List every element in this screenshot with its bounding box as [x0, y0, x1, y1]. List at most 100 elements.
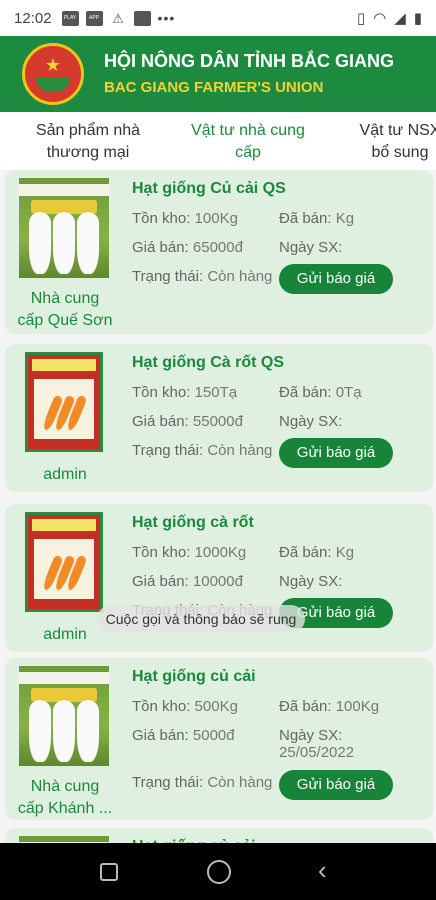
status-value: Còn hàng	[207, 268, 273, 285]
sold-value: 0Tạ	[335, 384, 362, 401]
product-name: Hạt giống Củ cải QS	[132, 180, 286, 197]
signal-icon: ◢	[394, 10, 406, 27]
more-notifications-icon: •••	[157, 10, 176, 26]
price: Giá bán: 10000đ	[132, 573, 243, 590]
stock: Tồn kho: 150Tạ	[132, 384, 237, 401]
stock-label: Tồn kho:	[132, 384, 191, 401]
sold-value: 100Kg	[335, 698, 380, 715]
sold: Đã bán: 100Kg	[279, 698, 379, 715]
manufacture-date-value: 25/05/2022	[279, 744, 355, 761]
product-card[interactable]: Hạt giống Cà rốt QS admin Tồn kho: 150Tạ Đã…	[5, 344, 433, 492]
manufacture-date: Ngày SX:	[279, 239, 342, 256]
price: Giá bán: 65000đ	[132, 239, 243, 256]
battery-icon: ▮	[413, 10, 422, 27]
status-label: Trạng thái:	[132, 774, 204, 791]
category-tabs: Sản phẩm nhà thương mại Vật tư nhà cung cấ…	[0, 112, 436, 170]
stock-value: 1000Kg	[194, 544, 247, 561]
union-logo-icon: ★	[22, 43, 84, 105]
product-image[interactable]	[19, 666, 109, 766]
sold-label: Đã bán:	[279, 698, 332, 715]
radish-shape	[77, 212, 99, 274]
home-icon[interactable]	[207, 860, 231, 884]
manufacture-date: Ngày SX:	[279, 413, 342, 430]
price-label: Giá bán:	[132, 239, 189, 256]
status-value: Còn hàng	[207, 774, 273, 791]
pack-panel	[34, 539, 94, 599]
price-value: 55000đ	[192, 413, 243, 430]
wifi-icon: ◠	[373, 10, 387, 27]
manufacture-date: Ngày SX:	[279, 573, 342, 590]
supplier-name: admin	[43, 466, 87, 483]
product-image[interactable]	[19, 512, 109, 612]
clock: 12:02	[14, 9, 52, 27]
carrot-seed-pack-image	[25, 352, 103, 452]
tab-commercial-products[interactable]: Sản phẩm nhà thương mại	[18, 120, 158, 164]
product-card[interactable]: Hạt giống củ cải	[5, 828, 433, 843]
tab-supplier-materials[interactable]: Vật tư nhà cung cấp	[176, 120, 320, 164]
radish-seed-pack-image	[19, 666, 109, 766]
status: Trạng thái: Còn hàng	[132, 774, 272, 791]
product-image[interactable]	[19, 352, 109, 452]
price-label: Giá bán:	[132, 727, 189, 744]
tab-manufacturer-materials[interactable]: Vật tư NSX bổ sung	[340, 120, 436, 164]
toast-message: Cuộc gọi và thông báo sẽ rung	[97, 605, 305, 633]
sold: Đã bán: 0Tạ	[279, 384, 362, 401]
stock: Tồn kho: 500Kg	[132, 698, 238, 715]
radish-shape	[29, 700, 51, 762]
price-label: Giá bán:	[132, 413, 189, 430]
radish-shape	[53, 700, 75, 762]
status-bar: 12:02 PLAY APP ⚠ ••• ▯ ◠ ◢ ▮	[0, 0, 436, 36]
send-quote-button[interactable]: Gửi báo giá	[279, 770, 393, 800]
send-quote-button[interactable]: Gửi báo giá	[279, 264, 393, 294]
supplier-name: Nhà cung cấp Khánh ...	[17, 778, 113, 817]
status: Trạng thái: Còn hàng	[132, 268, 272, 285]
app-icon: APP	[85, 10, 103, 26]
product-card[interactable]: Hạt giống Củ cải QS Nhà cung cấp Quế Sơn Tồ…	[5, 170, 433, 334]
product-image[interactable]	[19, 836, 109, 843]
status-label: Trạng thái:	[132, 268, 204, 285]
radish-shape	[77, 700, 99, 762]
price-value: 65000đ	[192, 239, 243, 256]
image-icon	[133, 10, 151, 26]
product-name: Hạt giống Cà rốt QS	[132, 354, 284, 371]
sold-label: Đã bán:	[279, 544, 332, 561]
sold: Đã bán: Kg	[279, 544, 354, 561]
vibrate-icon: ▯	[356, 10, 366, 27]
product-card[interactable]: Hạt giống củ cải Nhà cung cấp Khánh ... Tồn…	[5, 658, 433, 820]
sold-label: Đã bán:	[279, 384, 332, 401]
stock-value: 500Kg	[194, 698, 238, 715]
price-value: 10000đ	[192, 573, 243, 590]
manufacture-date-label: Ngày SX:	[279, 727, 343, 744]
stock: Tồn kho: 1000Kg	[132, 544, 246, 561]
price: Giá bán: 55000đ	[132, 413, 243, 430]
sold-value: Kg	[335, 544, 355, 561]
recent-apps-icon[interactable]	[100, 863, 118, 881]
manufacture-date-label: Ngày SX:	[279, 573, 343, 590]
stock-label: Tồn kho:	[132, 544, 191, 561]
pack-panel	[34, 379, 94, 439]
stock: Tồn kho: 100Kg	[132, 210, 238, 227]
app-subtitle: BAC GIANG FARMER'S UNION	[104, 79, 324, 96]
status-label: Trạng thái:	[132, 442, 204, 459]
stock-value: 150Tạ	[194, 384, 238, 401]
stock-value: 100Kg	[194, 210, 238, 227]
app-title: HỘI NÔNG DÂN TỈNH BẮC GIANG	[104, 51, 394, 71]
manufacture-date-label: Ngày SX:	[279, 239, 343, 256]
product-image[interactable]	[19, 178, 109, 278]
price-value: 5000đ	[192, 727, 235, 744]
pack-brand-label	[19, 184, 109, 196]
carrot-seed-pack-image	[25, 512, 103, 612]
product-name: Hạt giống cà rốt	[132, 514, 254, 531]
system-navigation-bar: ‹	[0, 843, 436, 900]
manufacture-date-label: Ngày SX:	[279, 413, 343, 430]
play-store-icon: PLAY	[61, 10, 79, 26]
sold-label: Đã bán:	[279, 210, 332, 227]
back-icon[interactable]: ‹	[318, 855, 327, 885]
radish-shape	[53, 212, 75, 274]
status: Trạng thái: Còn hàng	[132, 442, 272, 459]
product-list[interactable]: Hạt giống Củ cải QS Nhà cung cấp Quế Sơn Tồ…	[0, 170, 436, 843]
radish-seed-pack-image	[19, 836, 109, 843]
send-quote-button[interactable]: Gửi báo giá	[279, 438, 393, 468]
radish-seed-pack-image	[19, 178, 109, 278]
stock-label: Tồn kho:	[132, 698, 191, 715]
